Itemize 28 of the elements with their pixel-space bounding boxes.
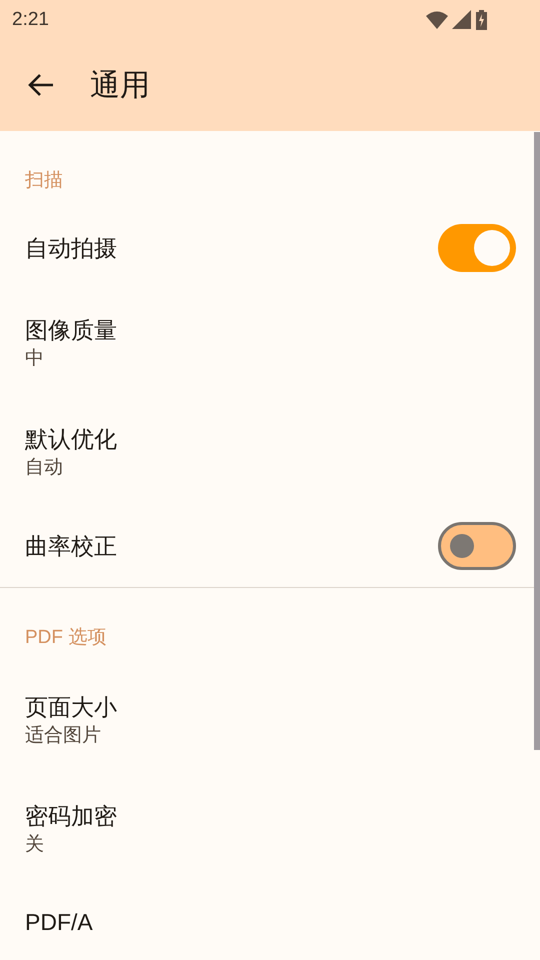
wifi-icon <box>426 10 448 29</box>
section-header: 扫描 <box>25 170 63 191</box>
setting-value: 自动 <box>25 456 64 480</box>
setting-title: PDF/A <box>25 908 94 937</box>
toggle-switch[interactable] <box>438 224 516 272</box>
page-title: 通用 <box>90 68 150 104</box>
back-arrow-icon <box>28 73 54 98</box>
setting-value: 关 <box>25 833 45 857</box>
settings-row[interactable]: 页面大小 适合图片 <box>0 666 534 774</box>
settings-row[interactable]: 密码加密 关 <box>0 774 534 884</box>
settings-row[interactable]: 默认优化 自动 <box>0 399 534 505</box>
section-header: PDF 选项 <box>25 627 106 648</box>
battery-icon <box>475 10 488 30</box>
settings-row[interactable]: 自动拍摄 <box>0 209 534 287</box>
setting-title: 自动拍摄 <box>25 234 118 263</box>
setting-title: 图像质量 <box>25 316 118 345</box>
setting-value: 中 <box>25 347 45 371</box>
setting-title: 页面大小 <box>25 693 118 722</box>
toggle-switch[interactable] <box>438 522 516 570</box>
settings-row[interactable]: 曲率校正 <box>0 505 534 587</box>
signal-icon <box>452 10 471 30</box>
status-time: 2:21 <box>12 8 49 32</box>
setting-value: 适合图片 <box>25 724 102 748</box>
settings-row[interactable]: 图像质量 中 <box>0 287 534 399</box>
setting-title: 密码加密 <box>25 802 118 831</box>
setting-title: 默认优化 <box>25 425 118 454</box>
settings-row[interactable]: PDF/A <box>0 884 534 960</box>
setting-title: 曲率校正 <box>25 532 118 561</box>
